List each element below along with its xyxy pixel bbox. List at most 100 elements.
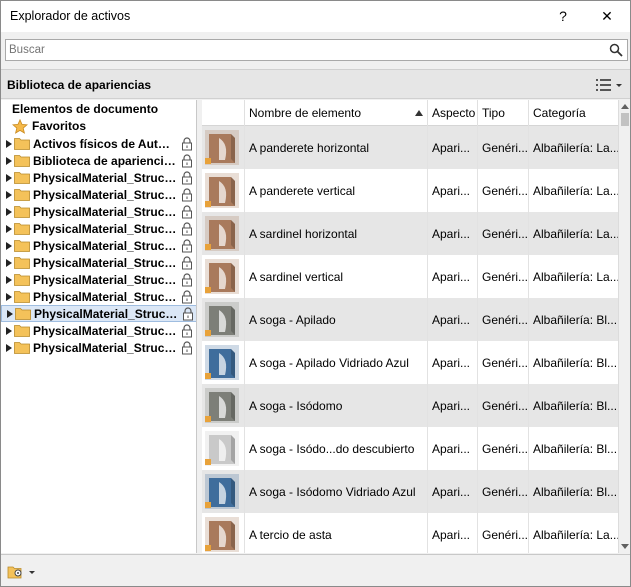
table-row[interactable]: A panderete vertical Apari... Genéri... Alb… [202, 169, 618, 212]
expand-arrow-icon[interactable] [4, 156, 14, 166]
table-row[interactable]: A sardinel horizontal Apari... Genéri... Al… [202, 212, 618, 255]
cell-aspect: Apari... [427, 427, 477, 470]
tree-item[interactable]: PhysicalMaterial_Struct... [1, 322, 196, 339]
lock-icon [182, 153, 192, 167]
expand-arrow-icon[interactable] [4, 207, 14, 217]
cell-type: Genéri... [477, 513, 528, 553]
table-row[interactable]: A soga - Isódo...do descubierto Apari... G… [202, 427, 618, 470]
table-row[interactable]: A panderete horizontal Apari... Genéri... A… [202, 126, 618, 169]
search-input[interactable] [9, 42, 599, 58]
tree-item-favorites[interactable]: Favoritos [12, 118, 86, 134]
expand-arrow-icon[interactable] [4, 275, 14, 285]
tree-item[interactable]: PhysicalMaterial_Struct... [1, 339, 196, 356]
tree-item[interactable]: PhysicalMaterial_Struct... [1, 186, 196, 203]
lock-icon [182, 221, 192, 235]
cell-type: Genéri... [477, 255, 528, 298]
lock-icon [182, 340, 192, 354]
expand-arrow-icon[interactable] [4, 258, 14, 268]
table-row[interactable]: A soga - Apilado Vidriado Azul Apari... Ge… [202, 341, 618, 384]
expand-arrow-icon[interactable] [4, 343, 14, 353]
list-view-menu-icon[interactable] [594, 76, 624, 94]
column-header-label: Nombre de elemento [249, 106, 362, 120]
folder-icon [15, 308, 31, 320]
cell-aspect: Apari... [427, 298, 477, 341]
material-thumbnail-icon [205, 130, 239, 165]
cell-type: Genéri... [477, 470, 528, 513]
asset-browser-window: Explorador de activos ? ✕ Biblioteca de … [0, 0, 631, 587]
column-header-label: Tipo [482, 106, 505, 120]
table-row[interactable]: A tercio de asta Apari... Genéri... Albañil… [202, 513, 618, 553]
material-thumbnail-icon [205, 302, 239, 337]
close-button[interactable]: ✕ [593, 5, 621, 27]
folder-icon [14, 206, 30, 218]
manage-library-menu-icon[interactable] [7, 563, 37, 581]
scroll-up-icon[interactable] [619, 102, 630, 112]
tree-item[interactable]: PhysicalMaterial_Struct... [1, 271, 196, 288]
tree-item[interactable]: Biblioteca de apariencias [1, 152, 196, 169]
cell-aspect: Apari... [427, 212, 477, 255]
table-row[interactable]: A soga - Isódomo Apari... Genéri... Albañil… [202, 384, 618, 427]
column-header-aspect[interactable]: Aspecto [427, 100, 477, 126]
cell-name: A soga - Isódo...do descubierto [244, 427, 427, 470]
table-row[interactable]: A soga - Apilado Apari... Genéri... Albañil… [202, 298, 618, 341]
folder-icon [14, 240, 30, 252]
expand-arrow-icon[interactable] [4, 326, 14, 336]
scroll-down-icon[interactable] [619, 541, 630, 551]
tree-item[interactable]: Activos físicos de Autod... [1, 135, 196, 152]
expand-arrow-icon[interactable] [4, 190, 14, 200]
tree-item[interactable]: PhysicalMaterial_Struct... [1, 203, 196, 220]
folder-icon [14, 155, 30, 167]
cell-type: Genéri... [477, 212, 528, 255]
cell-name: A soga - Apilado [244, 298, 427, 341]
tree-item[interactable]: PhysicalMaterial_Struct... [1, 220, 196, 237]
scrollbar-thumb[interactable] [621, 113, 629, 126]
lock-icon [182, 187, 192, 201]
expand-arrow-icon[interactable] [4, 224, 14, 234]
lock-icon [183, 306, 193, 320]
tree-item[interactable]: PhysicalMaterial_Struct... [1, 169, 196, 186]
column-header-name[interactable]: Nombre de elemento [244, 100, 427, 126]
window-title: Explorador de activos [10, 9, 131, 23]
cell-name: A soga - Apilado Vidriado Azul [244, 341, 427, 384]
cell-aspect: Apari... [427, 255, 477, 298]
search-box[interactable] [5, 39, 628, 61]
lock-icon [182, 255, 192, 269]
tree-item[interactable]: PhysicalMaterial_Struct... [1, 254, 196, 271]
lock-icon [182, 238, 192, 252]
folder-icon [14, 342, 30, 354]
tree-item[interactable]: PhysicalMaterial_Struct... [1, 237, 196, 254]
cell-category: Albañilería: La... [528, 255, 618, 298]
sort-ascending-icon [415, 110, 423, 116]
tree-root-document[interactable]: Elementos de documento [12, 102, 158, 116]
close-icon: ✕ [601, 7, 613, 24]
tree-item[interactable]: PhysicalMaterial_Struct... [1, 305, 196, 322]
cell-name: A tercio de asta [244, 513, 427, 553]
lock-icon [182, 170, 192, 184]
bottom-toolbar [1, 554, 630, 586]
folder-icon [14, 189, 30, 201]
cell-category: Albañilería: La... [528, 513, 618, 553]
expand-arrow-icon[interactable] [4, 139, 14, 149]
help-icon: ? [559, 8, 567, 24]
expand-arrow-icon[interactable] [4, 173, 14, 183]
cell-type: Genéri... [477, 169, 528, 212]
table-row[interactable]: A sardinel vertical Apari... Genéri... Alba… [202, 255, 618, 298]
column-header-category[interactable]: Categoría [528, 100, 618, 126]
expand-arrow-icon[interactable] [5, 309, 15, 319]
cell-type: Genéri... [477, 384, 528, 427]
table-row[interactable]: A soga - Isódomo Vidriado Azul Apari... Ge… [202, 470, 618, 513]
vertical-scrollbar[interactable] [618, 100, 630, 553]
expand-arrow-icon[interactable] [4, 292, 14, 302]
cell-type: Genéri... [477, 427, 528, 470]
tree-item-label: PhysicalMaterial_Struct... [33, 340, 177, 355]
tree-item-label: PhysicalMaterial_Struct... [34, 306, 178, 321]
tree-item[interactable]: PhysicalMaterial_Struct... [1, 288, 196, 305]
column-header-type[interactable]: Tipo [477, 100, 528, 126]
search-icon[interactable] [609, 43, 623, 57]
expand-arrow-icon[interactable] [4, 241, 14, 251]
cell-type: Genéri... [477, 298, 528, 341]
cell-name: A sardinel vertical [244, 255, 427, 298]
column-header-label: Aspecto [432, 106, 476, 120]
tree-item-label: PhysicalMaterial_Struct... [33, 289, 177, 304]
help-button[interactable]: ? [549, 5, 577, 27]
